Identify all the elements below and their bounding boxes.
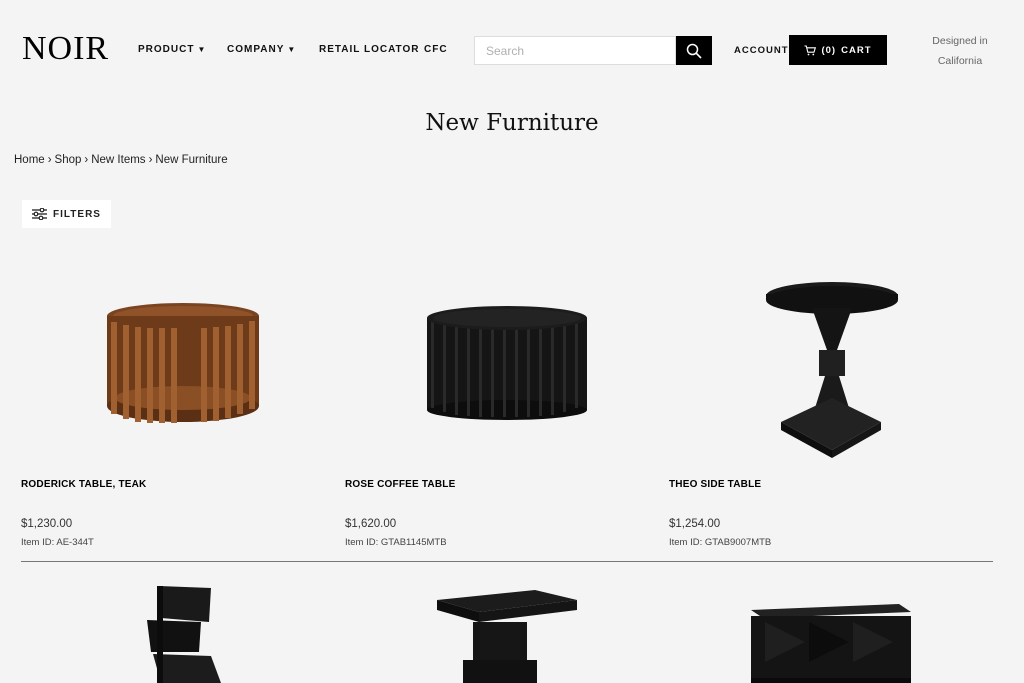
- breadcrumb-current: New Furniture: [155, 154, 228, 166]
- product-item-id: Item ID: AE-344T: [21, 537, 94, 548]
- product-image-rose-coffee-table: [427, 306, 587, 420]
- product-name[interactable]: THEO SIDE TABLE: [669, 479, 761, 490]
- search-input[interactable]: [474, 36, 676, 65]
- nav-company-label: COMPANY: [227, 44, 285, 55]
- tagline: Designed in California: [920, 31, 1000, 71]
- sliders-icon: [32, 208, 48, 220]
- product-image-roderick-table: [107, 303, 259, 423]
- cart-label: CART: [841, 44, 872, 56]
- nav-retail-locator-label: RETAIL LOCATOR: [319, 44, 420, 55]
- cart-button[interactable]: (0) CART: [789, 35, 887, 65]
- search-button[interactable]: [676, 36, 712, 65]
- breadcrumb-shop[interactable]: Shop: [55, 154, 82, 166]
- product-card-row2-3[interactable]: [669, 582, 969, 683]
- search-icon: [686, 43, 702, 59]
- product-price: $1,254.00: [669, 518, 721, 530]
- row-divider: [21, 561, 993, 562]
- account-link[interactable]: ACCOUNT: [734, 45, 789, 56]
- filters-label: FILTERS: [53, 208, 101, 220]
- search-bar: [474, 36, 712, 65]
- product-card-row2-2[interactable]: [345, 582, 645, 683]
- product-card-theo[interactable]: THEO SIDE TABLE $1,254.00 Item ID: GTAB9…: [669, 270, 969, 555]
- cart-icon: [804, 44, 817, 55]
- breadcrumb: Home › Shop › New Items › New Furniture: [14, 154, 228, 166]
- breadcrumb-separator: ›: [84, 154, 89, 166]
- tagline-line1: Designed in: [932, 35, 988, 47]
- product-image-faceted-sideboard: [751, 604, 911, 683]
- product-price: $1,620.00: [345, 518, 397, 530]
- product-card-roderick[interactable]: RODERICK TABLE, TEAK $1,230.00 Item ID: …: [21, 270, 321, 555]
- breadcrumb-new-items[interactable]: New Items: [91, 154, 145, 166]
- product-card-row2-1[interactable]: [21, 582, 321, 683]
- cart-count: (0): [821, 44, 837, 56]
- chevron-down-icon: ▼: [197, 45, 207, 54]
- nav-cfc[interactable]: CFC: [424, 44, 448, 55]
- nav-retail-locator[interactable]: RETAIL LOCATOR: [319, 44, 419, 55]
- filters-button[interactable]: FILTERS: [22, 200, 111, 228]
- product-image-pedestal-table: [437, 590, 577, 683]
- product-image-theo-side-table: [766, 282, 898, 458]
- nav-cfc-label: CFC: [424, 44, 448, 55]
- nav-product-label: PRODUCT: [138, 44, 195, 55]
- breadcrumb-separator: ›: [148, 154, 153, 166]
- chevron-down-icon: ▼: [287, 45, 297, 54]
- tagline-line2: California: [937, 55, 983, 67]
- logo[interactable]: NOIR: [22, 30, 109, 68]
- nav-company[interactable]: COMPANY ▼: [227, 44, 296, 55]
- breadcrumb-home[interactable]: Home: [14, 154, 45, 166]
- page-title: New Furniture: [425, 110, 599, 136]
- nav-product[interactable]: PRODUCT ▼: [138, 44, 206, 55]
- product-name[interactable]: RODERICK TABLE, TEAK: [21, 479, 146, 490]
- product-price: $1,230.00: [21, 518, 73, 530]
- product-item-id: Item ID: GTAB9007MTB: [669, 537, 772, 548]
- product-card-rose[interactable]: ROSE COFFEE TABLE $1,620.00 Item ID: GTA…: [345, 270, 645, 555]
- product-name[interactable]: ROSE COFFEE TABLE: [345, 479, 455, 490]
- breadcrumb-separator: ›: [47, 154, 52, 166]
- product-image-angular-chair: [147, 586, 221, 683]
- product-item-id: Item ID: GTAB1145MTB: [345, 537, 447, 548]
